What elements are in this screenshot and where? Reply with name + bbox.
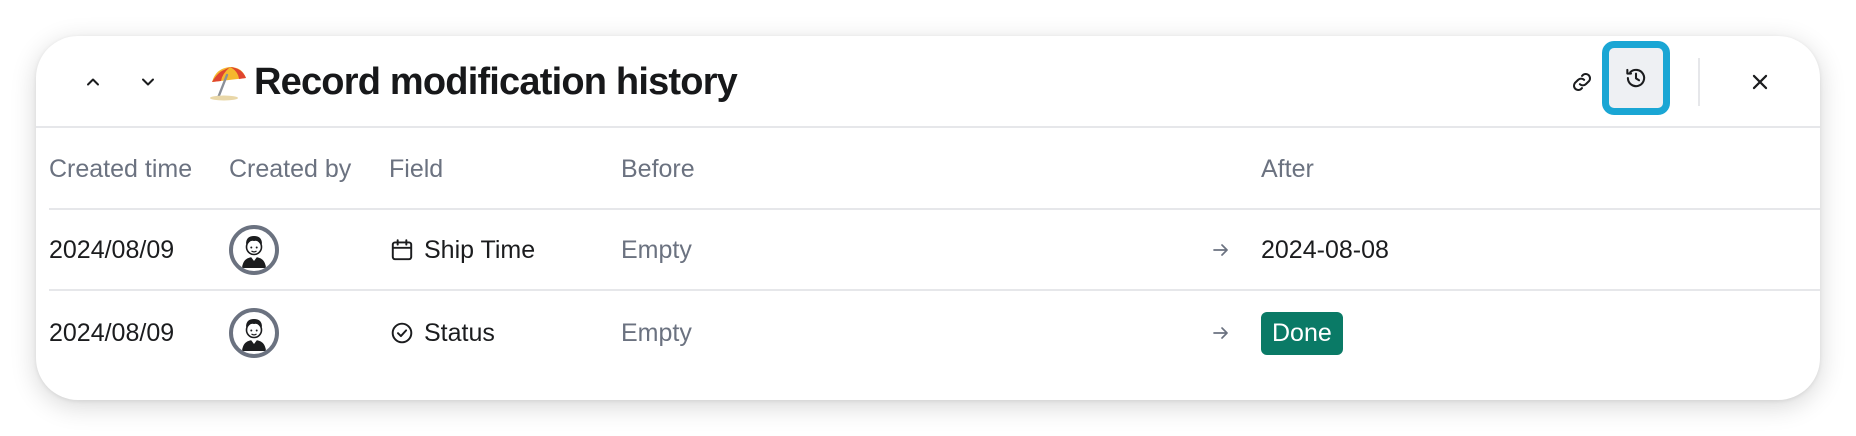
column-header-field: Field <box>389 154 444 183</box>
table-header-row: Created time Created by Field Before Aft… <box>49 130 1820 210</box>
calendar-icon <box>389 237 415 263</box>
created-time-cell: 2024/08/09 <box>49 235 175 264</box>
chevron-up-icon <box>87 78 99 86</box>
panel-header: Record modification history <box>36 36 1820 128</box>
table-row: 2024/08/09 <box>49 293 1820 373</box>
before-value: Empty <box>621 318 692 347</box>
user-avatar[interactable] <box>229 225 279 275</box>
user-avatar-icon <box>242 236 266 268</box>
before-value: Empty <box>621 235 692 264</box>
after-value: 2024-08-08 <box>1261 235 1389 264</box>
created-by-cell <box>229 211 279 289</box>
status-badge: Done <box>1261 311 1343 355</box>
column-header-created-time: Created time <box>49 154 193 183</box>
arrow-right-icon <box>1211 293 1231 373</box>
copy-link-button[interactable] <box>1558 58 1606 106</box>
header-divider <box>1698 58 1700 106</box>
link-icon <box>1572 72 1592 92</box>
close-button[interactable] <box>1736 58 1784 106</box>
arrow-right-icon <box>1211 211 1231 289</box>
title-area: Record modification history <box>208 54 738 110</box>
column-header-after: After <box>1261 154 1314 183</box>
chevron-down-icon <box>142 78 154 86</box>
user-avatar-icon <box>242 319 266 351</box>
history-icon <box>1626 68 1646 88</box>
created-time-cell: 2024/08/09 <box>49 318 175 347</box>
column-header-before: Before <box>621 154 695 183</box>
previous-record-button[interactable] <box>73 62 113 102</box>
table-row: 2024/08/09 <box>49 211 1820 291</box>
column-header-created-by: Created by <box>229 154 352 183</box>
page: Record modification history Created time… <box>0 0 1856 436</box>
field-cell: Ship Time <box>389 211 535 289</box>
panel-title: Record modification history <box>254 60 738 103</box>
user-avatar[interactable] <box>229 308 279 358</box>
field-name: Ship Time <box>424 235 536 264</box>
record-history-panel: Record modification history Created time… <box>36 36 1820 400</box>
close-icon <box>1752 74 1768 90</box>
created-by-cell <box>229 293 279 373</box>
after-value-cell: Done <box>1261 293 1343 373</box>
check-circle-icon <box>389 320 415 346</box>
next-record-button[interactable] <box>128 62 168 102</box>
field-name: Status <box>424 318 495 347</box>
history-button[interactable] <box>1602 41 1670 115</box>
beach-umbrella-icon <box>210 67 246 101</box>
field-cell: Status <box>389 293 495 373</box>
